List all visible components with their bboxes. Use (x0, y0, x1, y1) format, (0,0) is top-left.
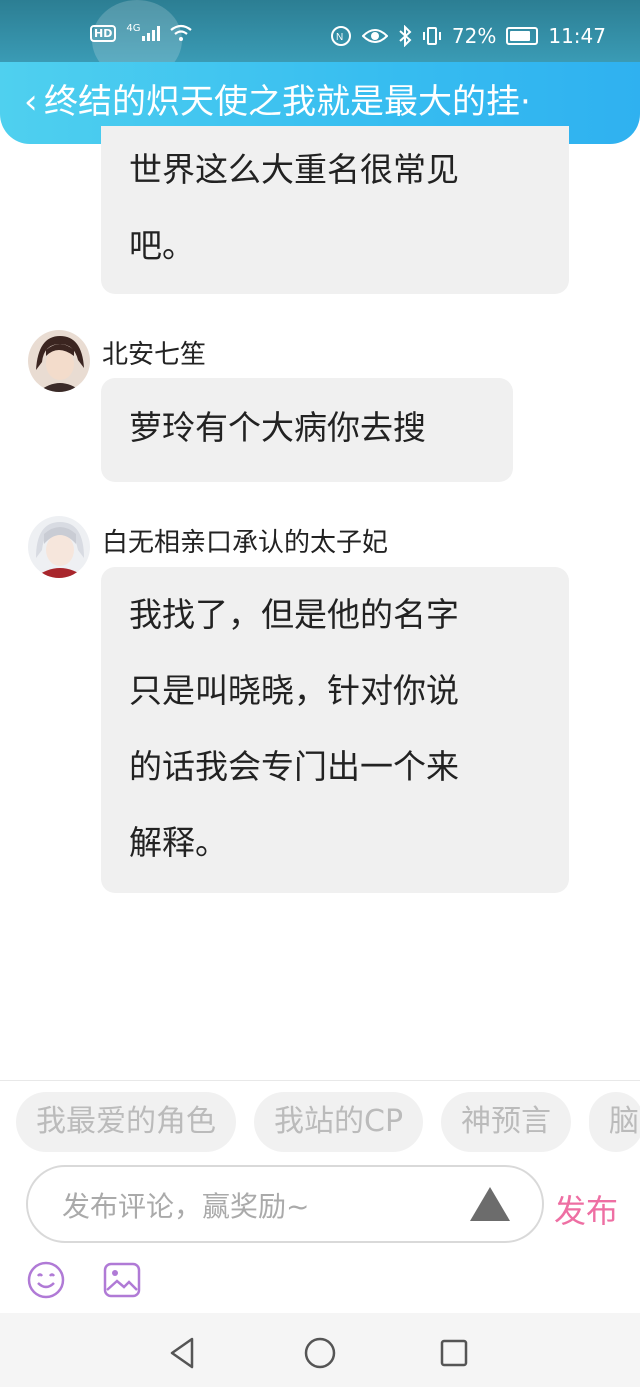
nav-back-icon[interactable] (164, 1333, 204, 1373)
author-name[interactable]: 北安七笙 (102, 334, 206, 371)
message-bubble: 萝玲有个大病你去搜 (101, 378, 513, 482)
message-line: 我找了，但是他的名字 (129, 595, 459, 634)
comment-placeholder: 发布评论，赢奖励~ (62, 1190, 310, 1223)
eye-icon (361, 29, 388, 43)
topic-chip[interactable]: 我站的CP (254, 1092, 424, 1152)
message-line: 只是叫晓晓，针对你说 (129, 671, 459, 710)
page-title: 终结的炽天使之我就是最大的挂· (44, 82, 531, 122)
vibrate-icon (422, 27, 441, 45)
topic-chip[interactable]: 神预言 (441, 1092, 572, 1152)
message-bubble: 我找了，但是他的名字 只是叫晓晓，针对你说 的话我会专门出一个来 解释。 (101, 567, 569, 893)
topic-chip[interactable]: 我最爱的角色 (16, 1092, 236, 1152)
signal-icon (142, 25, 161, 41)
hd-badge: HD (90, 24, 117, 42)
system-nav-bar (0, 1313, 640, 1387)
battery-percent: 72% (451, 24, 497, 48)
topic-chips: 我最爱的角色 我站的CP 神预言 脑 (16, 1092, 640, 1152)
network-label: 4G (126, 22, 141, 34)
clock: 11:47 (548, 24, 606, 48)
status-left: HD 4G (90, 22, 193, 42)
message-line: 的话我会专门出一个来 (129, 747, 459, 786)
author-name[interactable]: 白无相亲口承认的太子妃 (102, 522, 388, 559)
message-bubble: 世界这么大重名很常见 吧。 (101, 126, 569, 294)
emoji-icon[interactable] (26, 1260, 66, 1300)
nav-home-icon[interactable] (300, 1333, 340, 1373)
svg-text:N: N (336, 32, 343, 43)
avatar[interactable] (28, 330, 90, 392)
divider (0, 1080, 640, 1081)
message-line: 吧。 (129, 226, 195, 265)
publish-button[interactable]: 发布 (554, 1186, 618, 1232)
bluetooth-icon (399, 25, 412, 47)
battery-icon (506, 27, 539, 45)
avatar[interactable] (28, 516, 90, 578)
nfc-icon: N (330, 26, 351, 46)
send-triangle-icon[interactable] (470, 1187, 510, 1221)
nav-recents-icon[interactable] (434, 1333, 474, 1373)
back-button[interactable]: ‹ (24, 84, 38, 120)
image-icon[interactable] (102, 1260, 142, 1300)
topic-chip[interactable]: 脑 (589, 1092, 640, 1152)
status-right: N 72% 11:47 (330, 24, 606, 48)
message-line: 解释。 (129, 823, 228, 862)
message-line: 世界这么大重名很常见 (129, 150, 459, 189)
status-bar: HD 4G N 72% 11:47 (0, 0, 640, 80)
wifi-icon (170, 24, 193, 41)
message-line: 萝玲有个大病你去搜 (129, 408, 426, 447)
comment-input[interactable]: 发布评论，赢奖励~ (26, 1165, 544, 1243)
